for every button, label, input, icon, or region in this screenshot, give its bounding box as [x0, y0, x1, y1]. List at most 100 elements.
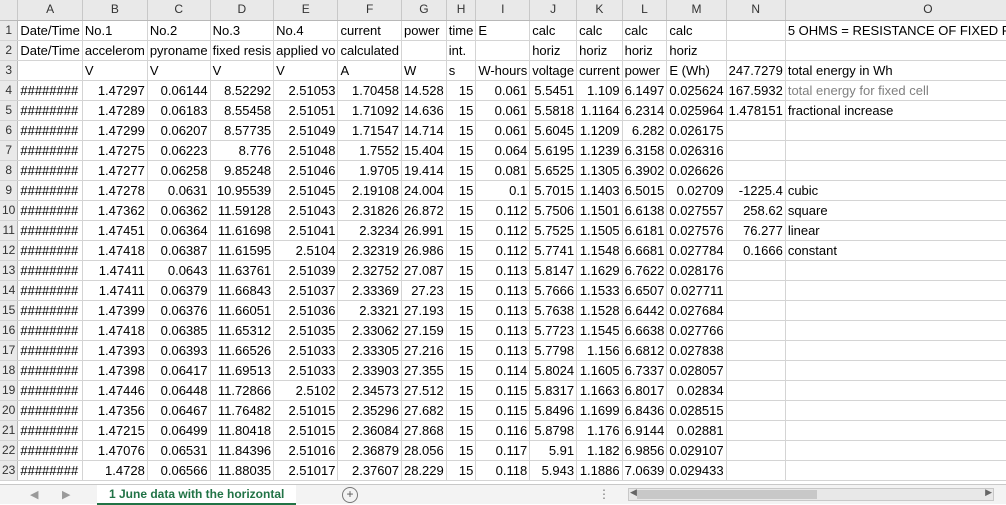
cell-o19[interactable]	[785, 380, 1006, 401]
row-header[interactable]: 1	[0, 20, 19, 41]
cell-d3[interactable]: V	[210, 60, 275, 81]
cell-d16[interactable]: 11.65312	[210, 320, 275, 341]
cell-a8[interactable]: ########	[17, 160, 83, 181]
cell-l2[interactable]: horiz	[622, 40, 668, 61]
cell-j1[interactable]: calc	[529, 20, 578, 41]
cell-m17[interactable]: 0.027838	[666, 340, 727, 361]
cell-b6[interactable]: 1.47299	[82, 120, 148, 141]
cell-j13[interactable]: 5.8147	[529, 260, 578, 281]
scroll-left-icon[interactable]: ◀	[630, 487, 637, 498]
cell-a20[interactable]: ########	[17, 400, 83, 421]
cell-e2[interactable]: applied vo	[273, 40, 339, 61]
cell-j12[interactable]: 5.7741	[529, 240, 578, 261]
cell-n5[interactable]: 1.478151	[726, 100, 786, 121]
column-header-e[interactable]: E	[273, 0, 339, 21]
cell-n21[interactable]	[726, 420, 786, 441]
column-header-o[interactable]: O	[785, 0, 1006, 21]
cell-f20[interactable]: 2.35296	[337, 400, 402, 421]
cell-c3[interactable]: V	[147, 60, 211, 81]
cell-d12[interactable]: 11.61595	[210, 240, 275, 261]
cell-c1[interactable]: No.2	[147, 20, 211, 41]
cell-e8[interactable]: 2.51046	[273, 160, 339, 181]
cell-j17[interactable]: 5.7798	[529, 340, 578, 361]
cell-i9[interactable]: 0.1	[475, 180, 531, 201]
cell-l17[interactable]: 6.6812	[622, 340, 668, 361]
cell-k7[interactable]: 1.1239	[576, 140, 623, 161]
cell-d23[interactable]: 11.88035	[210, 460, 275, 481]
cell-o1[interactable]: 5 OHMS = RESISTANCE OF FIXED RESISTOR	[785, 20, 1006, 41]
row-header[interactable]: 7	[0, 140, 19, 161]
cell-h12[interactable]: 15	[446, 240, 477, 261]
row-header[interactable]: 22	[0, 440, 19, 461]
column-header-i[interactable]: I	[475, 0, 531, 21]
cell-c8[interactable]: 0.06258	[147, 160, 211, 181]
cell-a15[interactable]: ########	[17, 300, 83, 321]
cell-c23[interactable]: 0.06566	[147, 460, 211, 481]
cell-f22[interactable]: 2.36879	[337, 440, 402, 461]
cell-n2[interactable]	[726, 40, 786, 61]
cell-b15[interactable]: 1.47399	[82, 300, 148, 321]
cell-n3[interactable]: 247.7279	[726, 60, 786, 81]
cell-n17[interactable]	[726, 340, 786, 361]
cell-m12[interactable]: 0.027784	[666, 240, 727, 261]
row-header[interactable]: 23	[0, 460, 19, 481]
row-header[interactable]: 20	[0, 400, 19, 421]
cell-e7[interactable]: 2.51048	[273, 140, 339, 161]
cell-h9[interactable]: 15	[446, 180, 477, 201]
cell-c5[interactable]: 0.06183	[147, 100, 211, 121]
cell-l23[interactable]: 7.0639	[622, 460, 668, 481]
column-header-l[interactable]: L	[622, 0, 668, 21]
cell-b14[interactable]: 1.47411	[82, 280, 148, 301]
cell-m14[interactable]: 0.027711	[666, 280, 727, 301]
cell-n20[interactable]	[726, 400, 786, 421]
cell-f14[interactable]: 2.33369	[337, 280, 402, 301]
cell-n23[interactable]	[726, 460, 786, 481]
cell-c14[interactable]: 0.06379	[147, 280, 211, 301]
cell-e6[interactable]: 2.51049	[273, 120, 339, 141]
row-header[interactable]: 4	[0, 80, 19, 101]
column-header-d[interactable]: D	[210, 0, 275, 21]
cell-c4[interactable]: 0.06144	[147, 80, 211, 101]
cell-k17[interactable]: 1.156	[576, 340, 623, 361]
cell-h15[interactable]: 15	[446, 300, 477, 321]
cell-e5[interactable]: 2.51051	[273, 100, 339, 121]
cell-d2[interactable]: fixed resis	[210, 40, 275, 61]
cell-o13[interactable]	[785, 260, 1006, 281]
cell-j18[interactable]: 5.8024	[529, 360, 578, 381]
cell-f21[interactable]: 2.36084	[337, 420, 402, 441]
cell-k20[interactable]: 1.1699	[576, 400, 623, 421]
cell-c7[interactable]: 0.06223	[147, 140, 211, 161]
cell-f5[interactable]: 1.71092	[337, 100, 402, 121]
cell-k21[interactable]: 1.176	[576, 420, 623, 441]
cell-g5[interactable]: 14.636	[401, 100, 447, 121]
cell-h13[interactable]: 15	[446, 260, 477, 281]
spreadsheet-grid[interactable]: ABCDEFGHIJKLMNOPQ 1Date/TimeNo.1No.2No.3…	[0, 0, 1006, 484]
row-header[interactable]: 14	[0, 280, 19, 301]
cell-o22[interactable]	[785, 440, 1006, 461]
cell-a11[interactable]: ########	[17, 220, 83, 241]
cell-a19[interactable]: ########	[17, 380, 83, 401]
cell-j22[interactable]: 5.91	[529, 440, 578, 461]
cell-a2[interactable]: Date/Time	[17, 40, 83, 61]
cell-j8[interactable]: 5.6525	[529, 160, 578, 181]
cell-b4[interactable]: 1.47297	[82, 80, 148, 101]
cell-i3[interactable]: W-hours	[475, 60, 531, 81]
cell-g6[interactable]: 14.714	[401, 120, 447, 141]
cell-b2[interactable]: accelerom	[82, 40, 148, 61]
cell-k4[interactable]: 1.109	[576, 80, 623, 101]
cell-d10[interactable]: 11.59128	[210, 200, 275, 221]
cell-g7[interactable]: 15.404	[401, 140, 447, 161]
cell-d6[interactable]: 8.57735	[210, 120, 275, 141]
cell-k15[interactable]: 1.1528	[576, 300, 623, 321]
cell-o15[interactable]	[785, 300, 1006, 321]
cell-i19[interactable]: 0.115	[475, 380, 531, 401]
cell-n7[interactable]	[726, 140, 786, 161]
cell-k5[interactable]: 1.1164	[576, 100, 623, 121]
cell-k16[interactable]: 1.1545	[576, 320, 623, 341]
cell-d11[interactable]: 11.61698	[210, 220, 275, 241]
cell-o5[interactable]: fractional increase	[785, 100, 1006, 121]
cell-o12[interactable]: constant	[785, 240, 1006, 261]
cell-n19[interactable]	[726, 380, 786, 401]
cell-h22[interactable]: 15	[446, 440, 477, 461]
cell-h21[interactable]: 15	[446, 420, 477, 441]
